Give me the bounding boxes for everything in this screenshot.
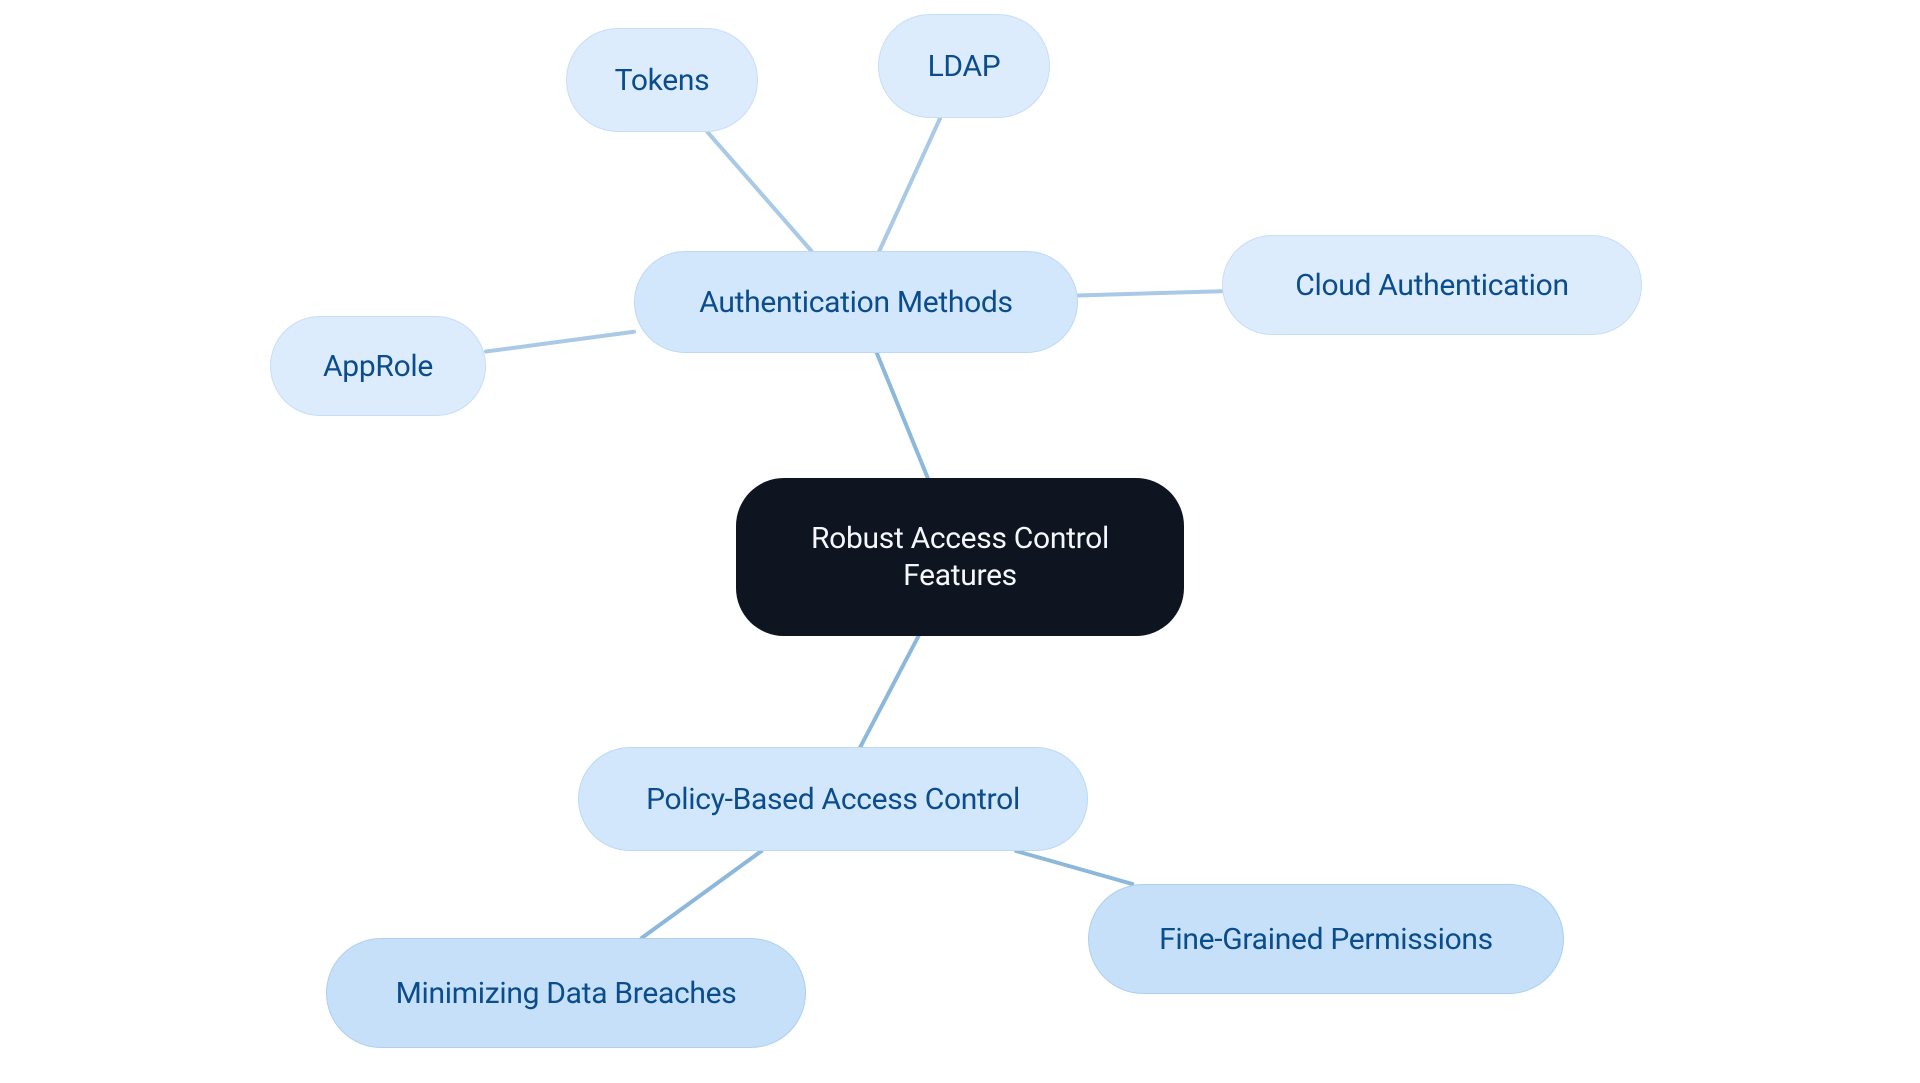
node-ldap: LDAP <box>878 14 1050 118</box>
node-authentication-methods: Authentication Methods <box>634 251 1078 353</box>
node-approle-label: AppRole <box>323 349 433 384</box>
node-center-label: Robust Access Control Features <box>772 520 1148 595</box>
node-approle: AppRole <box>270 316 486 416</box>
node-policy-label: Policy-Based Access Control <box>646 782 1020 817</box>
node-minimizing-data-breaches: Minimizing Data Breaches <box>326 938 806 1048</box>
node-center: Robust Access Control Features <box>736 478 1184 636</box>
node-cloud-label: Cloud Authentication <box>1295 268 1569 303</box>
node-perms-label: Fine-Grained Permissions <box>1159 922 1493 957</box>
node-minim-label: Minimizing Data Breaches <box>396 976 737 1011</box>
node-auth-label: Authentication Methods <box>699 285 1012 320</box>
node-fine-grained-permissions: Fine-Grained Permissions <box>1088 884 1564 994</box>
node-cloud-authentication: Cloud Authentication <box>1222 235 1642 335</box>
node-tokens-label: Tokens <box>615 63 710 98</box>
node-tokens: Tokens <box>566 28 758 132</box>
node-policy-based-access-control: Policy-Based Access Control <box>578 747 1088 851</box>
node-ldap-label: LDAP <box>928 49 1001 84</box>
diagram-canvas: Robust Access Control Features Authentic… <box>0 0 1920 1083</box>
